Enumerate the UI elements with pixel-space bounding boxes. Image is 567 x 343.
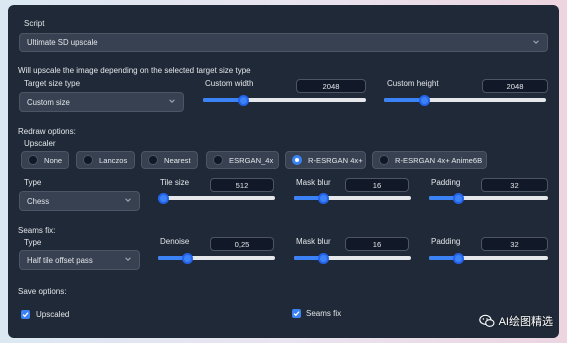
- redraw-mask-blur-label: Mask blur: [296, 178, 331, 187]
- radio-indicator: [148, 155, 158, 165]
- upscaler-option-r-esrgan-4x-plus-anime6b[interactable]: R-ESRGAN 4x+ Anime6B: [372, 151, 487, 169]
- target-size-type-label: Target size type: [24, 79, 81, 88]
- custom-width-label: Custom width: [205, 79, 254, 88]
- denoise-slider[interactable]: [158, 252, 275, 264]
- redraw-type-dropdown[interactable]: Chess: [19, 191, 140, 211]
- custom-width-slider-thumb[interactable]: [238, 94, 250, 106]
- seams-type-label: Type: [24, 238, 42, 247]
- denoise-label: Denoise: [160, 237, 190, 246]
- tile-size-label: Tile size: [160, 178, 190, 187]
- custom-height-label: Custom height: [387, 79, 439, 88]
- redraw-mask-blur-slider[interactable]: [294, 192, 411, 204]
- seams-fix-label[interactable]: Seams fix: [306, 309, 341, 318]
- seams-mask-blur-label: Mask blur: [296, 237, 331, 246]
- checkmark-icon: [293, 311, 300, 317]
- custom-height-input[interactable]: 2048: [482, 79, 548, 93]
- radio-indicator: [28, 155, 38, 165]
- upscaler-option-label: ESRGAN_4x: [229, 155, 274, 165]
- custom-width-input[interactable]: 2048: [296, 79, 366, 93]
- ultimate-sd-upscale-panel: [8, 5, 559, 338]
- seams-fix-checkbox[interactable]: [292, 309, 301, 318]
- watermark-text: AI绘图精选: [498, 316, 553, 328]
- seams-fix-heading: Seams fix:: [18, 226, 56, 235]
- radio-indicator-selected: [292, 155, 302, 165]
- upscaler-option-label: R-ESRGAN 4x+ Anime6B: [395, 155, 483, 165]
- script-value: Ultimate SD upscale: [27, 38, 98, 47]
- script-label: Script: [24, 19, 45, 28]
- radio-indicator: [379, 155, 389, 165]
- tile-size-slider[interactable]: [158, 192, 275, 204]
- upscaler-option-label: Lanczos: [99, 155, 128, 165]
- target-size-type-dropdown[interactable]: Custom size: [19, 92, 184, 112]
- seams-mask-blur-slider[interactable]: [294, 252, 411, 264]
- script-dropdown[interactable]: Ultimate SD upscale: [19, 33, 548, 52]
- seams-padding-slider-thumb[interactable]: [453, 252, 465, 264]
- radio-indicator: [83, 155, 93, 165]
- redraw-padding-slider[interactable]: [429, 192, 548, 204]
- redraw-type-value: Chess: [27, 196, 50, 206]
- target-size-type-value: Custom size: [27, 97, 70, 107]
- custom-height-slider-thumb[interactable]: [419, 94, 430, 106]
- upscaler-option-esrgan-4x[interactable]: ESRGAN_4x: [206, 151, 279, 169]
- redraw-padding-input[interactable]: 32: [481, 178, 548, 192]
- chevron-down-icon: [125, 257, 131, 261]
- seams-mask-blur-input[interactable]: 16: [345, 237, 409, 251]
- chevron-down-icon: [533, 39, 539, 44]
- seams-padding-input[interactable]: 32: [481, 237, 548, 251]
- watermark: AI绘图精选: [478, 313, 553, 329]
- redraw-padding-label: Padding: [431, 178, 461, 187]
- seams-padding-slider[interactable]: [429, 252, 548, 264]
- tile-size-input[interactable]: 512: [210, 178, 274, 192]
- denoise-input[interactable]: 0,25: [210, 237, 274, 251]
- save-options-heading: Save options:: [18, 287, 67, 296]
- chevron-down-icon: [125, 198, 131, 202]
- denoise-slider-thumb[interactable]: [181, 252, 193, 264]
- upscaler-option-label: Nearest: [164, 155, 191, 165]
- upscaled-checkbox[interactable]: [21, 310, 30, 319]
- upscaler-option-lanczos[interactable]: Lanczos: [76, 151, 135, 169]
- radio-indicator: [213, 155, 223, 165]
- upscaler-option-label: None: [44, 155, 63, 165]
- checkmark-icon: [22, 312, 29, 318]
- upscaled-label[interactable]: Upscaled: [36, 310, 69, 319]
- upscaler-option-nearest[interactable]: Nearest: [141, 151, 198, 169]
- upscaler-label: Upscaler: [24, 139, 56, 148]
- seams-padding-label: Padding: [431, 237, 461, 246]
- redraw-type-label: Type: [24, 178, 42, 187]
- custom-height-slider[interactable]: [384, 94, 546, 106]
- redraw-mask-blur-input[interactable]: 16: [345, 178, 409, 192]
- redraw-mask-blur-slider-thumb[interactable]: [317, 192, 329, 204]
- upscaler-option-none[interactable]: None: [21, 151, 69, 169]
- tile-size-slider-thumb[interactable]: [158, 192, 170, 204]
- custom-width-slider[interactable]: [203, 94, 366, 106]
- redraw-options-heading: Redraw options:: [18, 127, 76, 136]
- seams-mask-blur-slider-thumb[interactable]: [317, 252, 329, 264]
- wechat-icon: [478, 314, 495, 327]
- seams-type-dropdown[interactable]: Half tile offset pass: [19, 250, 140, 270]
- upscaler-option-label: R-ESRGAN 4x+: [308, 155, 363, 165]
- upscaler-option-r-esrgan-4x-plus[interactable]: R-ESRGAN 4x+: [285, 151, 366, 169]
- chevron-down-icon: [169, 99, 175, 103]
- redraw-padding-slider-thumb[interactable]: [453, 192, 465, 204]
- info-text: Will upscale the image depending on the …: [18, 66, 251, 75]
- seams-type-value: Half tile offset pass: [27, 255, 93, 265]
